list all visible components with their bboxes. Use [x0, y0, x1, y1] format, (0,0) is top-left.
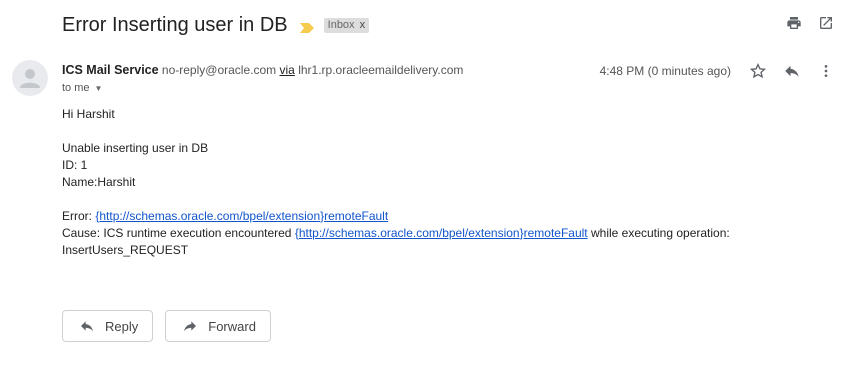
email-subject: Error Inserting user in DB — [62, 13, 288, 36]
forward-icon — [184, 321, 197, 332]
message-meta: 4:48 PM (0 minutes ago) — [600, 62, 835, 80]
body-line: ID: 1 — [62, 158, 88, 172]
reply-forward-row: Reply Forward — [62, 310, 271, 342]
cause-link[interactable]: {http://schemas.oracle.com/bpel/extensio… — [295, 226, 588, 240]
cause-line: Cause: ICS runtime execution encountered… — [62, 225, 730, 242]
operation-line: InsertUsers_REQUEST — [62, 243, 189, 257]
reply-button-label: Reply — [105, 318, 139, 334]
star-icon[interactable] — [749, 62, 767, 80]
message-body: Hi Harshit Unable inserting user in DB I… — [62, 106, 730, 259]
reply-icon — [81, 321, 93, 332]
forward-button[interactable]: Forward — [165, 310, 271, 342]
error-link[interactable]: {http://schemas.oracle.com/bpel/extensio… — [95, 209, 388, 223]
reply-icon[interactable] — [783, 62, 801, 80]
label-chip-text: Inbox — [327, 18, 355, 31]
body-line: Unable inserting user in DB — [62, 141, 209, 155]
remove-label-icon[interactable]: x — [360, 19, 366, 31]
message-actions — [749, 62, 835, 80]
sender-name[interactable]: ICS Mail Service — [62, 63, 159, 77]
error-prefix: Error: — [62, 209, 96, 223]
body-line: Name:Harshit — [62, 175, 136, 189]
importance-marker-icon[interactable] — [299, 20, 314, 33]
subject-row: Error Inserting user in DB Inbox x — [62, 12, 370, 38]
sender-email: no-reply@oracle.com — [161, 63, 277, 77]
recipient-details-toggle[interactable]: to me ▼ — [62, 82, 102, 94]
cause-suffix: while executing operation: — [587, 226, 730, 240]
forward-button-label: Forward — [208, 318, 256, 334]
open-in-new-icon[interactable] — [817, 14, 835, 32]
cause-prefix: Cause: ICS runtime execution encountered — [62, 226, 295, 240]
more-vert-icon[interactable] — [817, 62, 835, 80]
chevron-down-icon[interactable]: ▼ — [95, 84, 103, 93]
person-icon — [20, 69, 40, 88]
via-domain: lhr1.rp.oracleemaildelivery.com — [298, 63, 464, 77]
reply-button[interactable]: Reply — [62, 310, 154, 342]
message-timestamp: 4:48 PM (0 minutes ago) — [599, 64, 731, 78]
sender-row: ICS Mail Service no-reply@oracle.com via… — [62, 63, 463, 77]
body-greeting: Hi Harshit — [62, 107, 115, 121]
label-chip-inbox: Inbox x — [323, 17, 370, 33]
sender-avatar[interactable] — [12, 60, 48, 96]
error-line: Error: {http://schemas.oracle.com/bpel/e… — [62, 208, 730, 225]
print-icon[interactable] — [785, 14, 803, 32]
recipient-label: to me — [62, 82, 90, 94]
top-actions — [785, 14, 835, 32]
via-link[interactable]: via — [280, 63, 295, 77]
